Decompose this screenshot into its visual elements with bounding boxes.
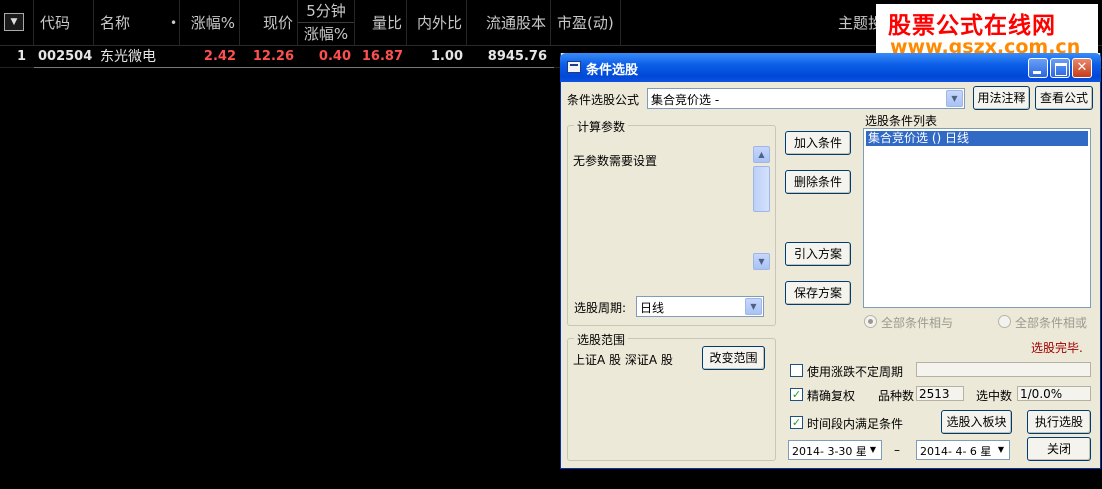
selected-count-label: 选中数 bbox=[976, 389, 1013, 403]
chevron-down-icon[interactable]: ▼ bbox=[946, 90, 963, 107]
watermark-title: 股票公式在线网 bbox=[888, 13, 1056, 39]
start-date-value: 2014- 3-30 星 bbox=[792, 445, 867, 458]
header-in-out-ratio[interactable]: 内外比 bbox=[407, 0, 467, 46]
selected-count-value: 1/0.0% bbox=[1017, 386, 1091, 401]
params-group-title: 计算参数 bbox=[574, 118, 629, 135]
period-select[interactable]: 日线 ▼ bbox=[636, 296, 764, 317]
chevron-down-icon[interactable]: ▼ bbox=[866, 442, 880, 458]
change-range-button[interactable]: 改变范围 bbox=[702, 346, 765, 370]
row-name: 东光微电 bbox=[100, 49, 156, 65]
header-five-min-top: 5分钟 bbox=[298, 0, 354, 23]
save-plan-button[interactable]: 保存方案 bbox=[785, 281, 851, 305]
period-label: 选股周期: bbox=[574, 301, 627, 315]
formula-select[interactable]: 集合竞价选 - ▼ bbox=[647, 88, 965, 109]
date-separator: – bbox=[894, 443, 900, 457]
time-range-checkbox[interactable]: ✓ bbox=[790, 416, 803, 429]
close-icon[interactable]: ✕ bbox=[1072, 58, 1092, 78]
condition-list[interactable]: 集合竞价选 () 日线 bbox=[863, 128, 1091, 308]
view-formula-button[interactable]: 查看公式 bbox=[1035, 86, 1093, 110]
scroll-thumb[interactable] bbox=[753, 166, 770, 212]
condition-list-label: 选股条件列表 bbox=[865, 114, 938, 128]
maximize-icon[interactable] bbox=[1050, 58, 1070, 78]
variety-count-value: 2513 bbox=[916, 386, 964, 401]
radio-or-label: 全部条件相或 bbox=[1015, 316, 1088, 330]
sort-dropdown-icon[interactable]: ▼ bbox=[4, 13, 24, 31]
scroll-up-icon[interactable]: ▲ bbox=[753, 146, 770, 163]
window-icon bbox=[567, 61, 581, 73]
exact-rights-label: 精确复权 bbox=[807, 389, 856, 403]
params-scrollbar[interactable]: ▲ ▼ bbox=[753, 146, 770, 270]
radio-or[interactable] bbox=[998, 315, 1011, 328]
select-to-block-button[interactable]: 选股入板块 bbox=[941, 410, 1012, 434]
period-value: 日线 bbox=[640, 301, 665, 315]
row-price: 12.26 bbox=[252, 49, 294, 64]
chevron-down-icon[interactable]: ▼ bbox=[994, 442, 1008, 458]
dialog-titlebar[interactable]: 条件选股 ✕ bbox=[560, 53, 1101, 82]
import-plan-button[interactable]: 引入方案 bbox=[785, 242, 851, 266]
delete-condition-button[interactable]: 删除条件 bbox=[785, 170, 851, 194]
add-condition-button[interactable]: 加入条件 bbox=[785, 131, 851, 155]
execute-selection-button[interactable]: 执行选股 bbox=[1027, 410, 1091, 434]
params-text: 无参数需要设置 bbox=[573, 154, 658, 168]
scroll-down-icon[interactable]: ▼ bbox=[753, 253, 770, 270]
variety-count-label: 品种数 bbox=[878, 389, 915, 403]
radio-and[interactable] bbox=[864, 315, 877, 328]
row-index: 1 bbox=[16, 49, 26, 64]
exact-rights-checkbox[interactable]: ✓ bbox=[790, 388, 803, 401]
end-date-value: 2014- 4- 6 星 bbox=[920, 445, 992, 458]
close-button[interactable]: 关闭 bbox=[1027, 437, 1091, 461]
row-float-shares: 8945.76 bbox=[487, 49, 547, 64]
formula-value: 集合竞价选 - bbox=[651, 93, 720, 107]
start-date-picker[interactable]: 2014- 3-30 星 ▼ bbox=[788, 440, 882, 460]
variable-period-field[interactable] bbox=[916, 362, 1091, 377]
header-volume-ratio[interactable]: 量比 bbox=[355, 0, 407, 46]
header-pe[interactable]: 市盈(动) bbox=[551, 0, 621, 46]
header-name-marker: • bbox=[170, 16, 178, 30]
list-item[interactable]: 集合竞价选 () 日线 bbox=[866, 131, 1088, 146]
variable-period-label: 使用涨跌不定周期 bbox=[807, 365, 904, 379]
row-in-out-ratio: 1.00 bbox=[430, 49, 463, 64]
header-five-min-change[interactable]: 5分钟 涨幅% bbox=[298, 0, 355, 46]
row-five-min-change: 0.40 bbox=[318, 49, 351, 64]
header-code[interactable]: 代码 bbox=[34, 0, 94, 46]
header-float-shares[interactable]: 流通股本 bbox=[467, 0, 551, 46]
header-name-label: 名称 bbox=[100, 14, 131, 32]
row-underline bbox=[34, 67, 554, 68]
minimize-icon[interactable] bbox=[1028, 58, 1048, 78]
header-five-min-bottom: 涨幅% bbox=[303, 25, 349, 43]
header-name[interactable]: 名称 bbox=[94, 0, 180, 46]
condition-stock-selection-dialog: 条件选股 ✕ 条件选股公式 集合竞价选 - ▼ 用法注释 查看公式 计算参数 无… bbox=[560, 53, 1101, 469]
status-message: 选股完毕. bbox=[1031, 341, 1083, 355]
range-text: 上证A 股 深证A 股 bbox=[573, 353, 673, 367]
end-date-picker[interactable]: 2014- 4- 6 星 ▼ bbox=[916, 440, 1010, 460]
usage-notes-button[interactable]: 用法注释 bbox=[973, 86, 1030, 110]
radio-and-label: 全部条件相与 bbox=[881, 316, 954, 330]
row-code: 002504 bbox=[38, 49, 93, 64]
range-group-title: 选股范围 bbox=[574, 331, 629, 348]
dialog-title: 条件选股 bbox=[586, 63, 639, 78]
formula-label: 条件选股公式 bbox=[567, 93, 640, 107]
header-change-pct[interactable]: 涨幅% bbox=[180, 0, 240, 46]
time-range-label: 时间段内满足条件 bbox=[807, 417, 904, 431]
sort-cell: ▼ bbox=[0, 0, 34, 46]
header-price[interactable]: 现价 bbox=[240, 0, 298, 46]
row-volume-ratio: 16.87 bbox=[361, 49, 403, 64]
chevron-down-icon[interactable]: ▼ bbox=[745, 298, 762, 315]
row-change-pct: 2.42 bbox=[203, 49, 236, 64]
variable-period-checkbox[interactable] bbox=[790, 364, 803, 377]
